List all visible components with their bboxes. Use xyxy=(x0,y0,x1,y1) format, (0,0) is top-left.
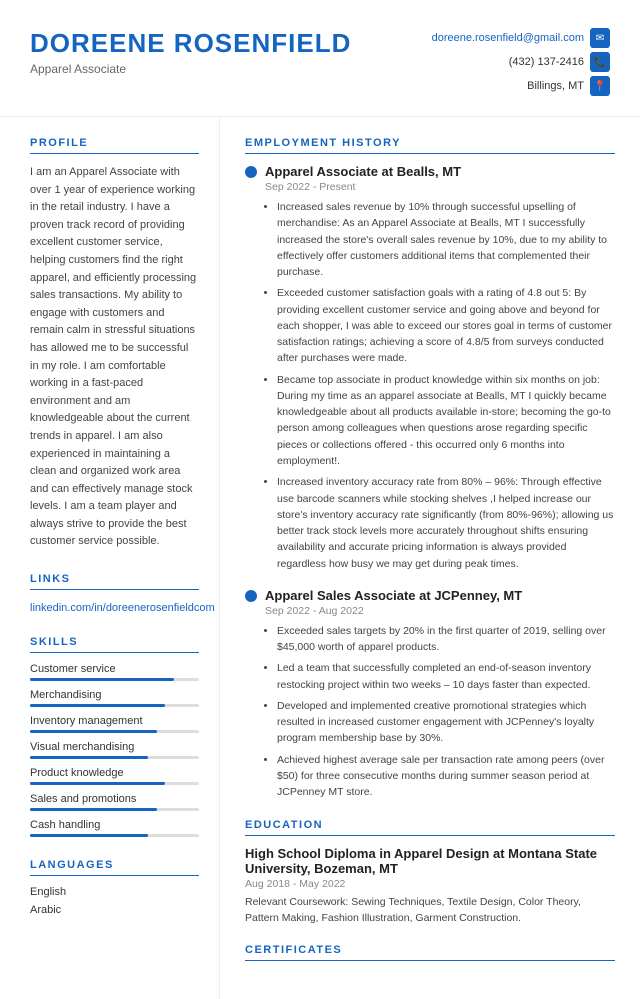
skill-bar-bg xyxy=(30,808,199,811)
bullet-item: Developed and implemented creative promo… xyxy=(277,698,615,747)
employment-section: EMPLOYMENT HISTORY Apparel Associate at … xyxy=(245,137,615,801)
phone-icon: 📞 xyxy=(590,52,610,72)
job-entry: Apparel Associate at Bealls, MT Sep 2022… xyxy=(245,164,615,572)
skill-item: Visual merchandising xyxy=(30,741,199,759)
language-item: English xyxy=(30,886,199,898)
education-title: EDUCATION xyxy=(245,819,615,836)
header-right: doreene.rosenfield@gmail.com ✉ (432) 137… xyxy=(432,28,610,96)
job-bullets: Increased sales revenue by 10% through s… xyxy=(265,199,615,572)
resume-header: DOREENE ROSENFIELD Apparel Associate dor… xyxy=(0,0,640,117)
education-degree: High School Diploma in Apparel Design at… xyxy=(245,846,615,876)
main-content: PROFILE I am an Apparel Associate with o… xyxy=(0,117,640,999)
bullet-item: Increased inventory accuracy rate from 8… xyxy=(277,474,615,572)
job-date: Sep 2022 - Aug 2022 xyxy=(265,605,615,617)
certificates-section: CERTIFICATES xyxy=(245,944,615,961)
skill-bar-bg xyxy=(30,704,199,707)
job-date: Sep 2022 - Present xyxy=(265,181,615,193)
skill-item: Sales and promotions xyxy=(30,793,199,811)
job-title: Apparel Associate at Bealls, MT xyxy=(265,164,461,179)
skill-label: Sales and promotions xyxy=(30,793,199,805)
job-entry: Apparel Sales Associate at JCPenney, MT … xyxy=(245,588,615,801)
linkedin-link[interactable]: linkedin.com/in/doreenerosenfieldcom xyxy=(30,602,215,614)
skills-section: SKILLS Customer service Merchandising In… xyxy=(30,636,199,837)
skill-bar-fill xyxy=(30,704,165,707)
skill-label: Inventory management xyxy=(30,715,199,727)
bullet-item: Increased sales revenue by 10% through s… xyxy=(277,199,615,280)
bullet-item: Achieved highest average sale per transa… xyxy=(277,752,615,801)
skill-item: Merchandising xyxy=(30,689,199,707)
location-text: Billings, MT xyxy=(527,80,584,92)
job-dot xyxy=(245,590,257,602)
education-coursework: Relevant Coursework: Sewing Techniques, … xyxy=(245,894,615,927)
skill-item: Customer service xyxy=(30,663,199,681)
language-item: Arabic xyxy=(30,904,199,916)
languages-list: English Arabic xyxy=(30,886,199,916)
phone-text: (432) 137-2416 xyxy=(509,56,584,68)
job-dot xyxy=(245,166,257,178)
languages-section: LANGUAGES English Arabic xyxy=(30,859,199,916)
skills-list: Customer service Merchandising Inventory… xyxy=(30,663,199,837)
skill-bar-fill xyxy=(30,834,148,837)
skill-label: Cash handling xyxy=(30,819,199,831)
skill-item: Product knowledge xyxy=(30,767,199,785)
candidate-name: DOREENE ROSENFIELD xyxy=(30,28,351,59)
email-icon: ✉ xyxy=(590,28,610,48)
profile-text: I am an Apparel Associate with over 1 ye… xyxy=(30,164,199,551)
email-link[interactable]: doreene.rosenfield@gmail.com xyxy=(432,32,584,44)
education-section: EDUCATION High School Diploma in Apparel… xyxy=(245,819,615,927)
job-title: Apparel Sales Associate at JCPenney, MT xyxy=(265,588,522,603)
header-left: DOREENE ROSENFIELD Apparel Associate xyxy=(30,28,351,76)
left-column: PROFILE I am an Apparel Associate with o… xyxy=(0,117,220,999)
skill-bar-fill xyxy=(30,756,148,759)
profile-section: PROFILE I am an Apparel Associate with o… xyxy=(30,137,199,551)
phone-contact: (432) 137-2416 📞 xyxy=(509,52,610,72)
skill-bar-bg xyxy=(30,834,199,837)
location-contact: Billings, MT 📍 xyxy=(527,76,610,96)
skill-bar-fill xyxy=(30,808,157,811)
skill-label: Merchandising xyxy=(30,689,199,701)
email-contact: doreene.rosenfield@gmail.com ✉ xyxy=(432,28,610,48)
skill-bar-bg xyxy=(30,730,199,733)
employment-title: EMPLOYMENT HISTORY xyxy=(245,137,615,154)
skill-label: Product knowledge xyxy=(30,767,199,779)
links-title: LINKS xyxy=(30,573,199,590)
skill-label: Visual merchandising xyxy=(30,741,199,753)
skill-label: Customer service xyxy=(30,663,199,675)
job-header: Apparel Sales Associate at JCPenney, MT xyxy=(245,588,615,603)
location-icon: 📍 xyxy=(590,76,610,96)
jobs-list: Apparel Associate at Bealls, MT Sep 2022… xyxy=(245,164,615,801)
skill-bar-fill xyxy=(30,678,174,681)
job-header: Apparel Associate at Bealls, MT xyxy=(245,164,615,179)
bullet-item: Exceeded customer satisfaction goals wit… xyxy=(277,285,615,366)
skill-item: Inventory management xyxy=(30,715,199,733)
skill-bar-fill xyxy=(30,730,157,733)
job-bullets: Exceeded sales targets by 20% in the fir… xyxy=(265,623,615,801)
bullet-item: Exceeded sales targets by 20% in the fir… xyxy=(277,623,615,656)
right-column: EMPLOYMENT HISTORY Apparel Associate at … xyxy=(220,117,640,999)
skill-bar-fill xyxy=(30,782,165,785)
skill-bar-bg xyxy=(30,678,199,681)
profile-title: PROFILE xyxy=(30,137,199,154)
bullet-item: Became top associate in product knowledg… xyxy=(277,372,615,470)
candidate-subtitle: Apparel Associate xyxy=(30,62,351,76)
links-section: LINKS linkedin.com/in/doreenerosenfieldc… xyxy=(30,573,199,614)
skill-item: Cash handling xyxy=(30,819,199,837)
skill-bar-bg xyxy=(30,782,199,785)
education-date: Aug 2018 - May 2022 xyxy=(245,878,615,890)
certificates-title: CERTIFICATES xyxy=(245,944,615,961)
skills-title: SKILLS xyxy=(30,636,199,653)
languages-title: LANGUAGES xyxy=(30,859,199,876)
skill-bar-bg xyxy=(30,756,199,759)
bullet-item: Led a team that successfully completed a… xyxy=(277,660,615,693)
